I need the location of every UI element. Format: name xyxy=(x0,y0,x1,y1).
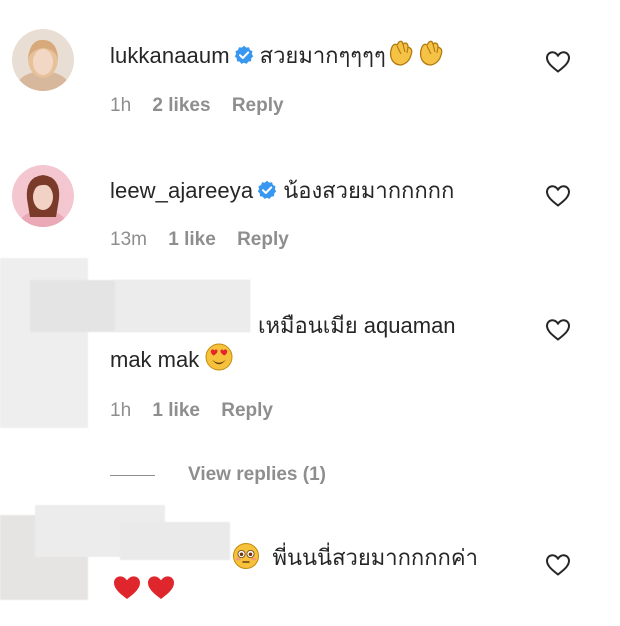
username[interactable]: lukkanaaum xyxy=(110,43,230,68)
redacted-block xyxy=(120,522,230,560)
comment-time: 1h xyxy=(110,400,132,421)
like-heart-icon[interactable] xyxy=(545,318,571,342)
like-heart-icon[interactable] xyxy=(545,184,571,208)
avatar[interactable] xyxy=(12,165,74,227)
reply-button[interactable]: Reply xyxy=(232,95,284,116)
clapping-hands-icon xyxy=(416,38,446,73)
likes-count[interactable]: 1 like xyxy=(152,400,200,421)
comment-text: น้องสวยมากกกกก xyxy=(283,178,455,203)
verified-badge-icon xyxy=(257,180,277,199)
comment-time: 13m xyxy=(110,229,147,250)
red-heart-icon xyxy=(148,576,174,599)
username[interactable]: leew_ajareeya xyxy=(110,178,253,203)
view-replies-button[interactable]: View replies (1) xyxy=(188,464,326,486)
comment-text: สวยมากๆๆๆๆ xyxy=(259,43,386,68)
red-heart-icon xyxy=(114,576,140,599)
redacted-block xyxy=(115,280,250,332)
verified-badge-icon xyxy=(234,45,253,64)
heart-eyes-face-icon xyxy=(204,342,234,377)
likes-count[interactable]: 2 likes xyxy=(152,95,210,116)
comment-time: 1h xyxy=(110,95,132,116)
flushed-face-icon xyxy=(232,542,260,575)
like-heart-icon[interactable] xyxy=(545,553,571,577)
likes-count[interactable]: 1 like xyxy=(168,229,216,250)
like-heart-icon[interactable] xyxy=(545,50,571,74)
reply-button[interactable]: Reply xyxy=(221,400,273,421)
comment-text: พี่นนนี่สวยมากกกกค่า xyxy=(272,545,478,570)
comment-text-line-2: mak mak xyxy=(110,347,200,372)
comment-text-line-1: เหมือนเมีย aquaman xyxy=(258,313,456,338)
view-replies-divider xyxy=(110,475,155,476)
avatar[interactable] xyxy=(12,29,74,91)
clapping-hands-icon xyxy=(386,38,416,73)
reply-button[interactable]: Reply xyxy=(237,229,289,250)
